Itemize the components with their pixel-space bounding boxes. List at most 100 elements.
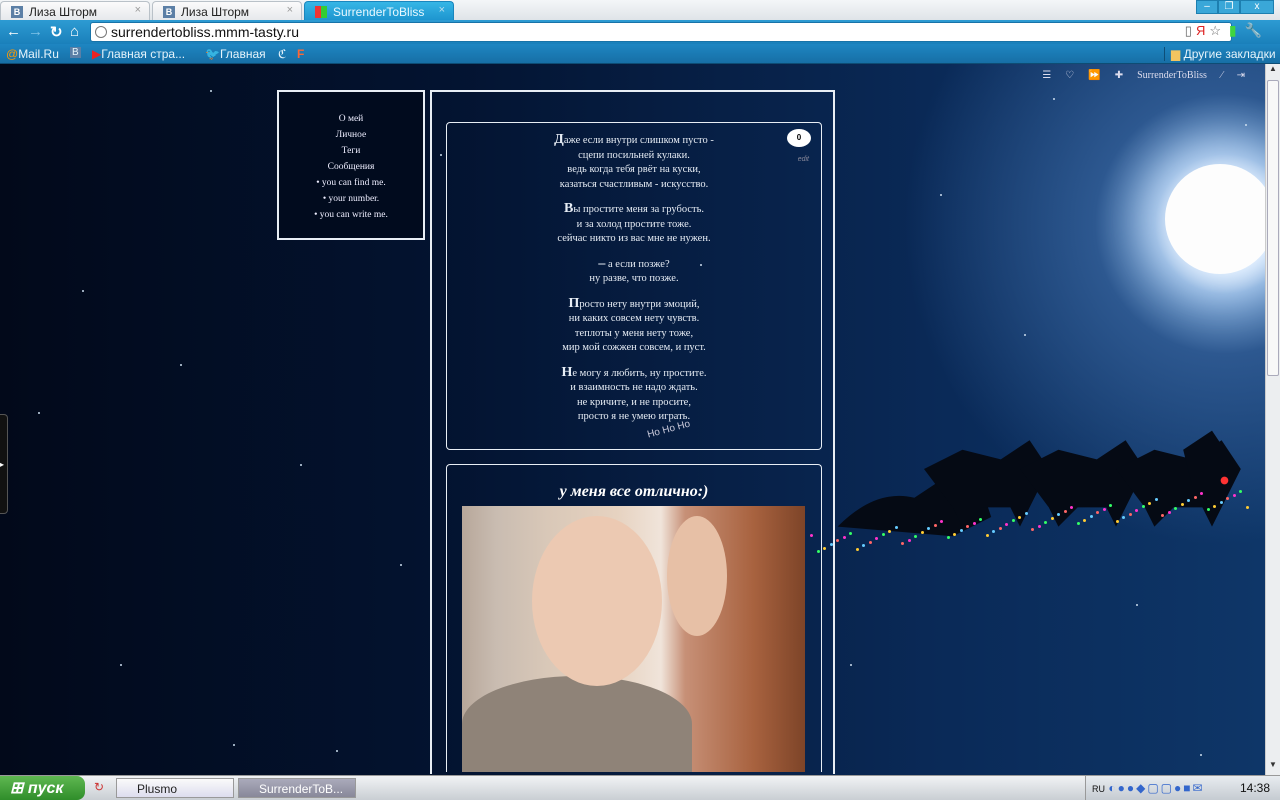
- start-button[interactable]: ⊞ пуск: [0, 776, 85, 800]
- nav-tags[interactable]: Теги: [279, 146, 423, 162]
- minimize-button[interactable]: –: [1196, 0, 1218, 14]
- bookmark-c-icon[interactable]: ℭ: [278, 47, 286, 61]
- reload-icon[interactable]: ↻: [50, 23, 63, 41]
- heart-icon[interactable]: ♡: [1065, 70, 1074, 81]
- sparkle: [1102, 507, 1106, 511]
- nav-find-me[interactable]: • you can find me.: [279, 178, 423, 194]
- tray-icons[interactable]: ◐●●◆▢▢●■✉: [1108, 781, 1204, 795]
- scroll-down-icon[interactable]: ▼: [1266, 760, 1280, 775]
- sparkle: [1128, 512, 1132, 516]
- poem-line: теплоты у меня нету тоже,: [574, 327, 694, 339]
- language-indicator[interactable]: RU: [1092, 784, 1105, 794]
- youtube-icon: ▶: [92, 47, 102, 61]
- task-plusmo[interactable]: Plusmo: [116, 778, 234, 798]
- sparkle: [1174, 506, 1177, 510]
- restore-button[interactable]: ❐: [1218, 0, 1240, 14]
- sparkle: [888, 529, 891, 533]
- username-link[interactable]: SurrenderToBliss: [1137, 70, 1207, 81]
- star: [1245, 124, 1247, 126]
- nav-personal[interactable]: Личное: [279, 130, 423, 146]
- sparkle: [1154, 497, 1158, 501]
- page-icon[interactable]: ▯: [1185, 23, 1196, 38]
- sparkle: [894, 525, 898, 529]
- nav-write-me[interactable]: • you can write me.: [279, 210, 423, 226]
- taskbar: ⊞ пуск ↻ Plusmo SurrenderToB... RU ◐●●◆▢…: [0, 775, 1280, 800]
- bookmark-mailru[interactable]: @Mail.Ru: [6, 47, 59, 61]
- yandex-icon[interactable]: Я: [1196, 23, 1209, 38]
- side-panel-toggle[interactable]: ▸: [0, 414, 8, 514]
- post-title: у меня все отлично:): [559, 483, 709, 500]
- close-icon[interactable]: ×: [439, 4, 445, 16]
- post-poem: 0 edit Даже если внутри слишком пусто - с…: [446, 122, 822, 450]
- bookmark-twitter[interactable]: 🐦Главная: [205, 47, 266, 61]
- poem-line: казаться счастливым - искусство.: [559, 178, 709, 190]
- poem-line: – а если позже?: [598, 255, 670, 271]
- signal-icon[interactable]: ▮: [1229, 22, 1245, 38]
- star: [180, 364, 182, 366]
- bookmarks-bar: @Mail.Ru В ▶Главная стра... 🐦Главная ℭ F…: [0, 44, 1280, 64]
- nav-messages[interactable]: Сообщения: [279, 162, 423, 178]
- scroll-up-icon[interactable]: ▲: [1266, 64, 1280, 79]
- wrench-icon[interactable]: 🔧: [1245, 22, 1270, 38]
- vk-bookmark-icon[interactable]: В: [70, 47, 81, 58]
- settings-icon[interactable]: ⁄: [1221, 70, 1223, 81]
- task-browser[interactable]: SurrenderToB...: [238, 778, 356, 798]
- poem-line: ни каких совсем нету чувств.: [568, 313, 700, 324]
- home-icon[interactable]: ⌂: [70, 23, 79, 40]
- edit-link[interactable]: edit: [798, 153, 809, 168]
- forward-icon[interactable]: →: [28, 23, 43, 40]
- sparkle: [998, 526, 1002, 530]
- sparkle: [1044, 520, 1047, 524]
- close-window-button[interactable]: x: [1240, 0, 1274, 14]
- stanza: Просто нету внутри эмоций, ни каких совсе…: [447, 296, 821, 356]
- tab-1[interactable]: В Лиза Шторм ×: [0, 1, 150, 20]
- sparkle: [1115, 520, 1119, 524]
- bookmark-youtube[interactable]: ▶Главная стра...: [92, 47, 185, 61]
- plus-icon[interactable]: ✚: [1115, 70, 1123, 81]
- globe-icon: [95, 26, 107, 38]
- tab-2[interactable]: В Лиза Шторм ×: [152, 1, 302, 20]
- bookmark-f-icon[interactable]: F: [297, 47, 304, 61]
- main-column: 0 edit Даже если внутри слишком пусто - с…: [430, 90, 835, 774]
- nav-about[interactable]: О мей: [279, 114, 423, 130]
- back-icon[interactable]: ←: [6, 23, 21, 40]
- scrollbar[interactable]: ▲ ▼: [1265, 64, 1280, 775]
- moon: [1165, 164, 1265, 274]
- sparkle: [1109, 503, 1112, 507]
- santa-sleigh-silhouette: [837, 430, 1241, 537]
- sparkle: [907, 538, 911, 542]
- post-photo: у меня все отлично:): [446, 464, 822, 772]
- poem-line: не кричите, и не просите,: [577, 396, 691, 408]
- nav-number[interactable]: • your number.: [279, 194, 423, 210]
- star: [400, 564, 402, 566]
- sparkle: [1167, 510, 1171, 514]
- system-tray: RU ◐●●◆▢▢●■✉ 14:38: [1085, 776, 1280, 800]
- quicklaunch-icon[interactable]: ↻: [94, 780, 104, 794]
- photo[interactable]: [462, 506, 805, 772]
- sparkle: [1232, 493, 1236, 497]
- comments-count-button[interactable]: 0: [787, 129, 811, 147]
- poem-line: сейчас никто из вас мне не нужен.: [557, 233, 711, 244]
- sidebar-nav: О мей Личное Теги Сообщения • you can fi…: [277, 90, 425, 240]
- stanza: – а если позже? ну разве, что позже.: [447, 255, 821, 287]
- poem-text: Даже если внутри слишком пусто - сцепи по…: [447, 132, 821, 425]
- sparkle: [920, 531, 924, 535]
- logout-icon[interactable]: ⇥: [1237, 70, 1245, 81]
- other-bookmarks[interactable]: ▆ Другие закладки: [1164, 47, 1276, 61]
- sparkle: [1193, 495, 1197, 499]
- twitter-icon: 🐦: [205, 47, 220, 61]
- star-icon[interactable]: ☆: [1209, 23, 1225, 38]
- close-icon[interactable]: ×: [135, 4, 141, 16]
- close-icon[interactable]: ×: [287, 4, 293, 16]
- clock: 14:38: [1239, 781, 1270, 795]
- fast-forward-icon[interactable]: ⏩: [1088, 70, 1100, 81]
- rss-icon[interactable]: ☰: [1042, 70, 1051, 81]
- poem-line: мир мой сожжен совсем, и пуст.: [562, 342, 706, 353]
- poem-line: просто я не умею играть.: [577, 411, 691, 422]
- toolbar: ← → ↻ ⌂ surrendertobliss.mmm-tasty.ru ▯Я☆…: [0, 20, 1280, 44]
- address-bar[interactable]: surrendertobliss.mmm-tasty.ru ▯Я☆: [90, 22, 1232, 42]
- star: [233, 744, 235, 746]
- poem-line: сцепи посильней кулаки.: [578, 149, 690, 161]
- tab-3[interactable]: SurrenderToBliss ×: [304, 1, 454, 20]
- scroll-thumb[interactable]: [1267, 80, 1279, 376]
